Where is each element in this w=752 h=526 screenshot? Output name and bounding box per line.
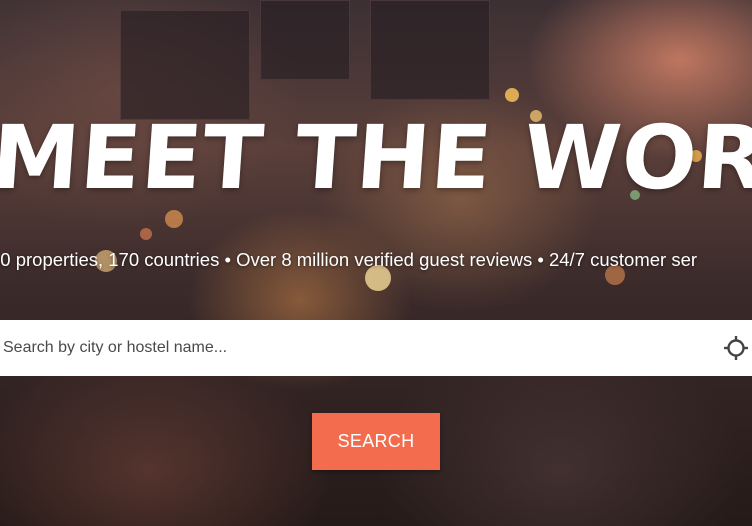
crosshair-locate-icon[interactable] xyxy=(722,334,750,362)
background-building xyxy=(120,10,250,120)
search-input[interactable] xyxy=(0,320,722,376)
search-button[interactable]: SEARCH xyxy=(312,413,440,470)
hero-headline: MEET THE WORLD xyxy=(0,106,752,209)
bokeh-light xyxy=(505,88,519,102)
hero-banner: MEET THE WORLD 00 properties, 170 countr… xyxy=(0,0,752,526)
background-building xyxy=(370,0,490,100)
hero-tagline: 00 properties, 170 countries • Over 8 mi… xyxy=(0,249,698,270)
bokeh-light xyxy=(165,210,183,228)
search-bar xyxy=(0,320,752,376)
background-building xyxy=(260,0,350,80)
bokeh-light xyxy=(140,228,152,240)
